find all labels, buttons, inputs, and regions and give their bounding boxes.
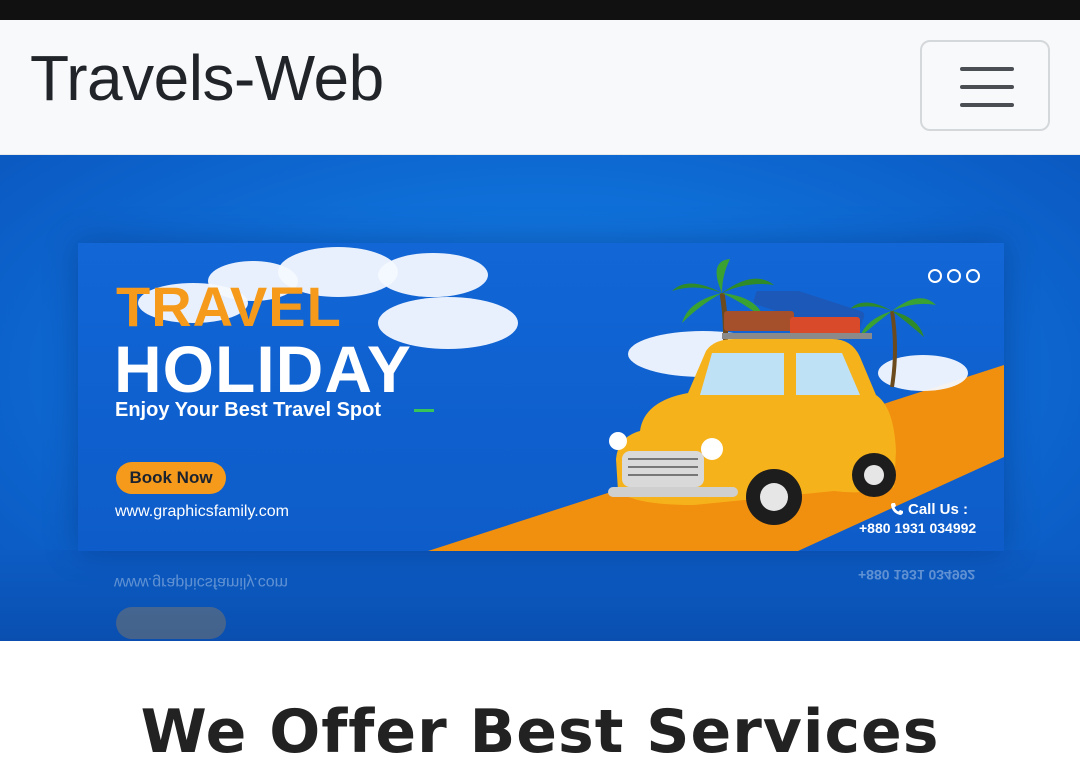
book-now-badge: Book Now	[116, 462, 226, 494]
facebook-icon	[966, 269, 980, 283]
banner-tagline: Enjoy Your Best Travel Spot	[115, 399, 381, 421]
website-reflection: www.graphicsfamily.com	[114, 574, 288, 591]
button-reflection	[116, 607, 226, 639]
phone-reflection: +880 1931 034992	[858, 567, 976, 583]
brand-link[interactable]: Travels-Web	[30, 42, 384, 114]
hero-carousel-image: TRAVEL HOLIDAY Enjoy Your Best Travel Sp…	[0, 155, 1080, 641]
banner-title-holiday: HOLIDAY	[114, 332, 412, 406]
banner-call-label: Call Us :	[908, 501, 969, 518]
phone-icon	[891, 503, 903, 515]
instagram-icon	[928, 269, 942, 283]
yellow-car-illustration	[608, 291, 896, 525]
navbar: Travels-Web	[0, 20, 1080, 155]
hamburger-menu-icon	[960, 67, 1014, 71]
system-status-bar	[0, 0, 1080, 20]
green-dash-divider	[414, 409, 434, 412]
navbar-toggler-button[interactable]	[920, 40, 1050, 131]
banner-title-travel: TRAVEL	[116, 275, 342, 338]
banner-website-text: www.graphicsfamily.com	[115, 503, 289, 520]
twitter-icon	[947, 269, 961, 283]
banner-phone-number: +880 1931 034992	[859, 520, 977, 536]
travel-banner: TRAVEL HOLIDAY Enjoy Your Best Travel Sp…	[78, 243, 1004, 551]
services-heading: We Offer Best Services	[140, 696, 940, 767]
